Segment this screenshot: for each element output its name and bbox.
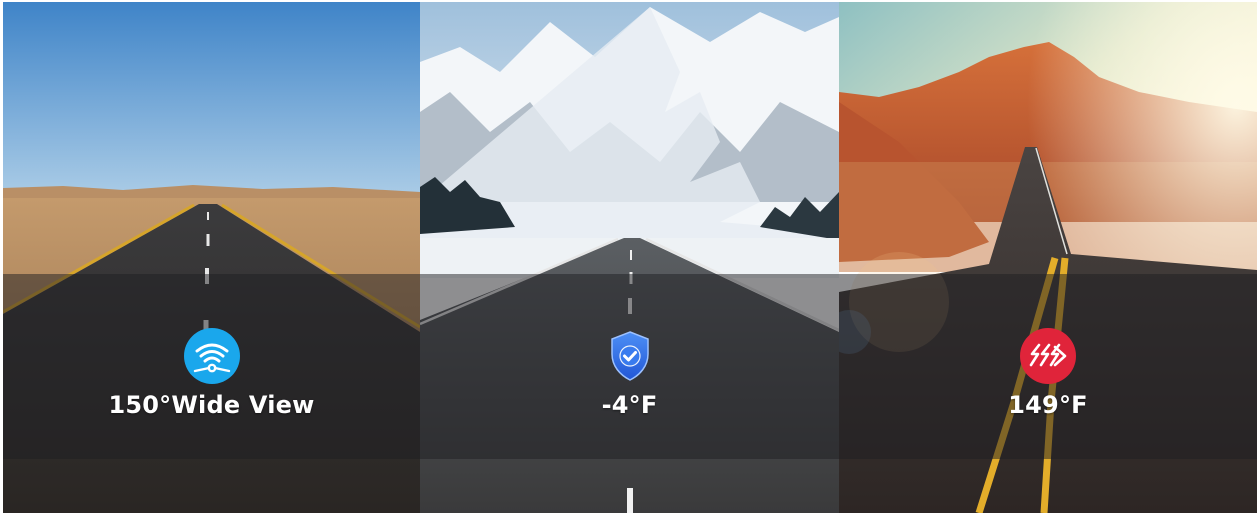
feature-strip: 150°Wide View -4°F 149°F — [0, 0, 1259, 513]
shield-check-icon — [601, 327, 659, 385]
panel-desert: 150°Wide View — [3, 2, 420, 513]
feature-cold-temp: -4°F — [420, 327, 839, 419]
wide-angle-icon — [183, 327, 241, 385]
feature-caption: 150°Wide View — [108, 391, 315, 419]
feature-wide-view: 150°Wide View — [3, 327, 420, 419]
panel-snow: -4°F — [420, 2, 839, 513]
feature-hot-temp: 149°F — [839, 327, 1257, 419]
feature-caption: -4°F — [601, 391, 658, 419]
feature-caption: 149°F — [1008, 391, 1088, 419]
heat-waves-icon — [1019, 327, 1077, 385]
panel-canyon: 149°F — [839, 2, 1257, 513]
